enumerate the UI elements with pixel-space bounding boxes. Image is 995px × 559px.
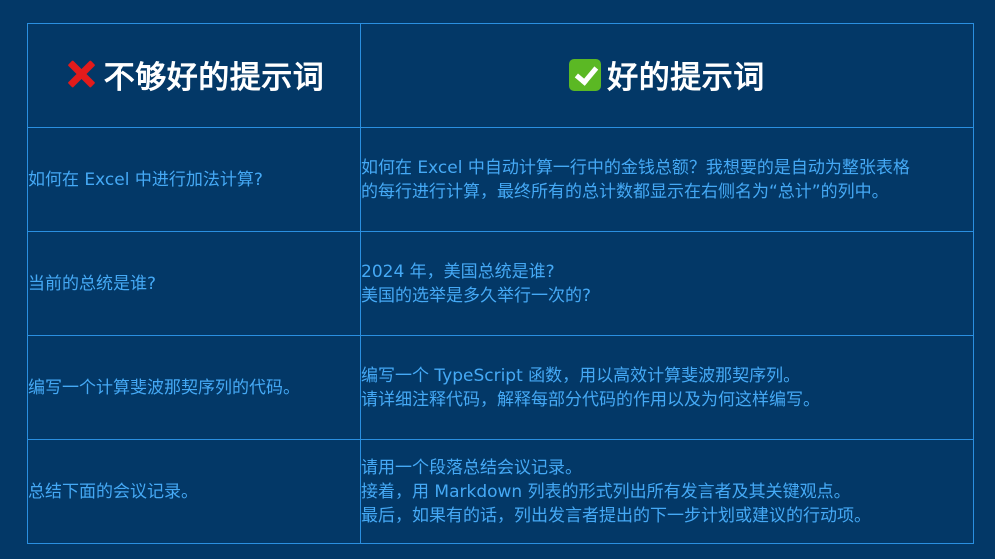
bad-prompt-text: 编写一个计算斐波那契序列的代码。 — [28, 377, 300, 398]
slide: 不够好的提示词 好的提示词 如何在 Excel 中进行加法计算? 如何在 Exc… — [0, 0, 995, 559]
good-prompt-line: 2024 年，美国总统是谁? — [361, 261, 555, 282]
table-row: 编写一个计算斐波那契序列的代码。 编写一个 TypeScript 函数，用以高效… — [27, 335, 974, 440]
header-bad-label: 不够好的提示词 — [103, 59, 325, 96]
bad-prompt-text: 总结下面的会议记录。 — [28, 481, 198, 502]
table-row: 如何在 Excel 中进行加法计算? 如何在 Excel 中自动计算一行中的金钱… — [27, 127, 974, 232]
good-prompt-line: 请用一个段落总结会议记录。 — [361, 457, 582, 478]
bad-prompt-cell: 当前的总统是谁? — [27, 231, 361, 336]
cross-mark-icon — [64, 57, 98, 91]
header-good-prompts: 好的提示词 — [360, 23, 974, 128]
good-prompt-cell: 如何在 Excel 中自动计算一行中的金钱总额？我想要的是自动为整张表格 的每行… — [360, 127, 974, 232]
good-prompt-line: 的每行进行计算，最终所有的总计数都显示在右侧名为“总计”的列中。 — [361, 181, 889, 202]
check-mark-icon — [569, 58, 602, 91]
good-prompt-line: 请详细注释代码，解释每部分代码的作用以及为何这样编写。 — [361, 389, 820, 410]
good-prompt-line: 接着，用 Markdown 列表的形式列出所有发言者及其关键观点。 — [361, 481, 851, 502]
good-prompt-line: 美国的选举是多久举行一次的? — [361, 285, 592, 306]
bad-prompt-text: 当前的总统是谁? — [28, 273, 157, 294]
bad-prompt-cell: 如何在 Excel 中进行加法计算? — [27, 127, 361, 232]
good-prompt-cell: 请用一个段落总结会议记录。 接着，用 Markdown 列表的形式列出所有发言者… — [360, 439, 974, 544]
header-good-label: 好的提示词 — [607, 60, 765, 97]
good-prompt-line: 最后，如果有的话，列出发言者提出的下一步计划或建议的行动项。 — [361, 505, 871, 526]
bad-prompt-text: 如何在 Excel 中进行加法计算? — [28, 169, 263, 190]
comparison-table: 不够好的提示词 好的提示词 如何在 Excel 中进行加法计算? 如何在 Exc… — [27, 23, 974, 544]
good-prompt-cell: 编写一个 TypeScript 函数，用以高效计算斐波那契序列。 请详细注释代码… — [360, 335, 974, 440]
header-bad-prompts: 不够好的提示词 — [27, 23, 361, 128]
good-prompt-line: 如何在 Excel 中自动计算一行中的金钱总额？我想要的是自动为整张表格 — [361, 157, 910, 178]
table-row: 总结下面的会议记录。 请用一个段落总结会议记录。 接着，用 Markdown 列… — [27, 439, 974, 544]
bad-prompt-cell: 编写一个计算斐波那契序列的代码。 — [27, 335, 361, 440]
table-row: 当前的总统是谁? 2024 年，美国总统是谁? 美国的选举是多久举行一次的? — [27, 231, 974, 336]
bad-prompt-cell: 总结下面的会议记录。 — [27, 439, 361, 544]
table-header-row: 不够好的提示词 好的提示词 — [27, 23, 974, 128]
good-prompt-cell: 2024 年，美国总统是谁? 美国的选举是多久举行一次的? — [360, 231, 974, 336]
good-prompt-line: 编写一个 TypeScript 函数，用以高效计算斐波那契序列。 — [361, 365, 801, 386]
